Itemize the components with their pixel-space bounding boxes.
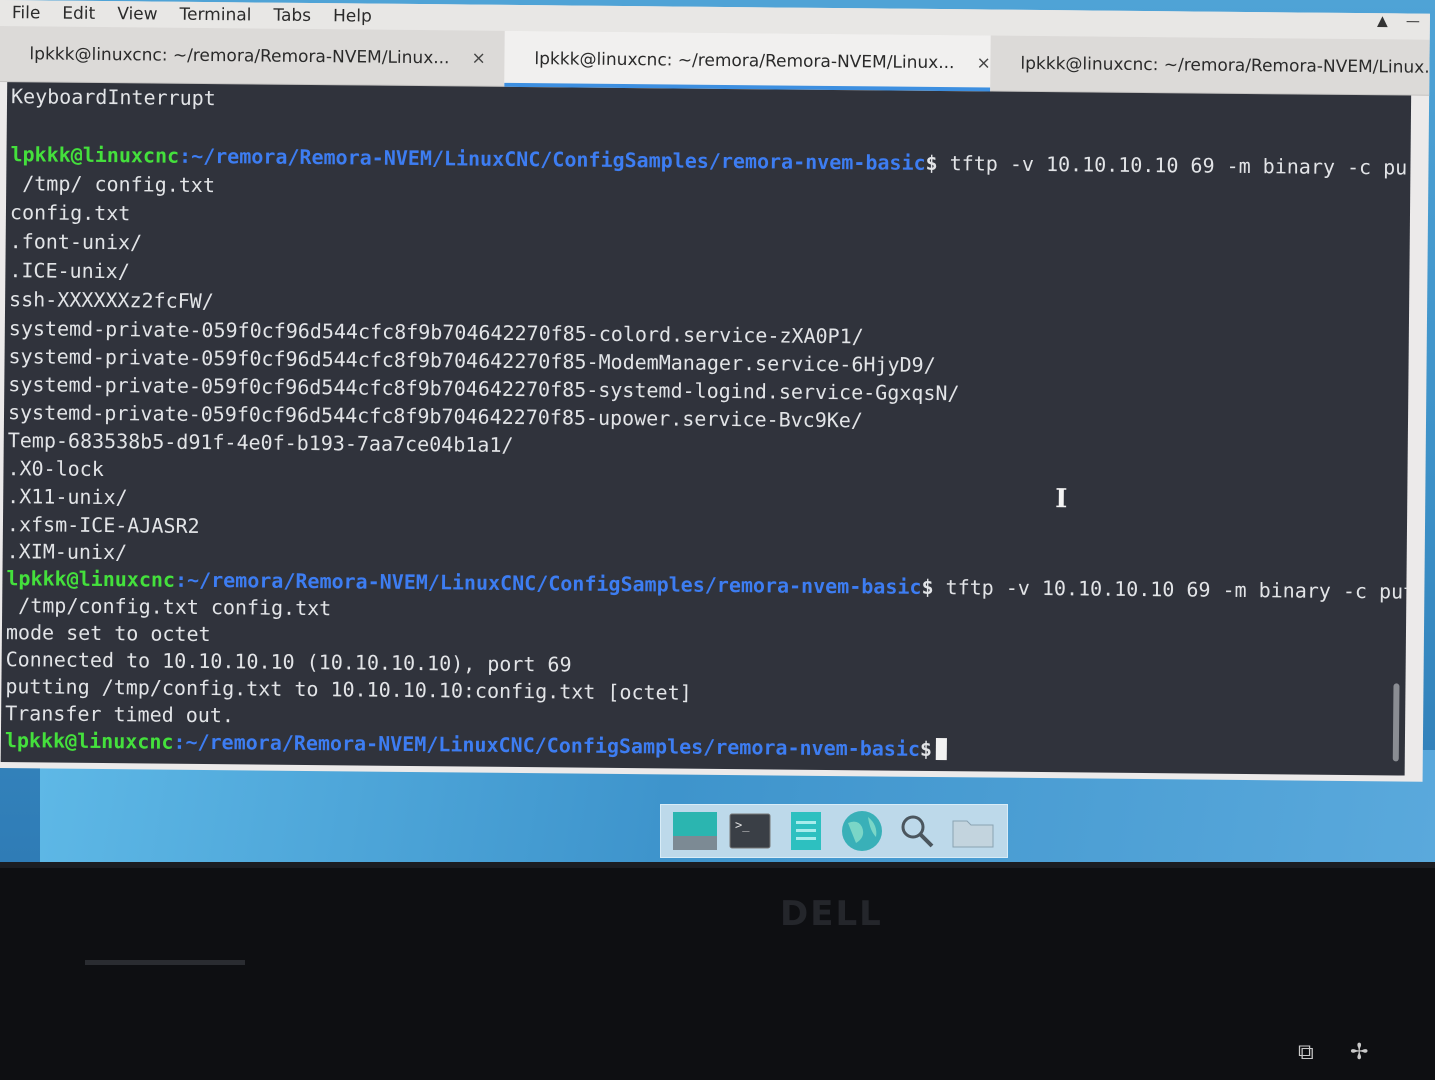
terminal-line: .font-unix/ [9,229,143,255]
terminal-line: systemd-private-059f0cf96d544cfc8f9b7046… [8,316,864,349]
prompt-user: lpkkk@linuxcnc [4,728,174,754]
minimize-icon[interactable]: — [1406,13,1420,29]
terminal-line: Temp-683538b5-d91f-4e0f-b193-7aa7ce04b1a… [7,428,514,457]
web-browser-icon[interactable] [839,810,885,852]
window-controls: ▲ — [1377,13,1420,29]
terminal-line: systemd-private-059f0cf96d544cfc8f9b7046… [8,372,960,406]
prompt-user: lpkkk@linuxcnc [10,142,180,168]
terminal-line: .xfsm-ICE-AJASR2 [6,512,200,538]
command-text: tftp -v 10.10.10.10 69 -m binary -c pu [937,151,1408,180]
prompt-symbol: $ [925,150,938,176]
terminal-line: systemd-private-059f0cf96d544cfc8f9b7046… [8,344,936,377]
prompt-path: :~/remora/Remora-NVEM/LinuxCNC/ConfigSam… [174,567,922,599]
menu-help[interactable]: Help [333,6,372,26]
terminal-scrollbar[interactable] [1392,683,1400,762]
svg-text:>_: >_ [735,818,750,832]
bezel-strip [85,960,245,965]
terminal-line: Transfer timed out. [5,701,235,728]
command-text: tftp -v 10.10.10.10 69 -m binary -c put [933,574,1412,604]
menu-tabs[interactable]: Tabs [273,6,311,26]
close-tab-icon[interactable]: × [471,49,485,69]
tab-label: lpkkk@linuxcnc: ~/remora/Remora-NVEM/Lin… [534,49,955,74]
prompt-path: :~/remora/Remora-NVEM/LinuxCNC/ConfigSam… [173,729,921,761]
tab-1[interactable]: lpkkk@linuxcnc: ~/remora/Remora-NVEM/Lin… [0,26,505,87]
folder-icon[interactable] [950,810,996,852]
maximize-icon[interactable]: ▲ [1377,13,1388,29]
prompt-symbol: $ [919,736,933,761]
terminal-icon[interactable]: >_ [727,810,773,852]
antenna-icon: ✢ [1350,1040,1369,1065]
prompt-path: :~/remora/Remora-NVEM/LinuxCNC/ConfigSam… [178,143,926,175]
terminal-line: mode set to octet [5,620,211,647]
terminal-output[interactable]: KeyboardInterrupt lpkkk@linuxcnc:~/remor… [0,82,1412,776]
terminal-prompt-line: lpkkk@linuxcnc:~/remora/Remora-NVEM/Linu… [4,728,948,761]
terminal-line: systemd-private-059f0cf96d544cfc8f9b7046… [7,400,864,433]
terminal-line: Connected to 10.10.10.10 (10.10.10.10), … [5,647,572,677]
terminal-line: .X0-lock [7,456,104,482]
tab-3[interactable]: lpkkk@linuxcnc: ~/remora/Remora-NVEM/Lin… [990,36,1430,96]
mouse-ibeam-icon: I [1055,484,1068,515]
terminal-line: .XIM-unix/ [6,539,128,565]
terminal-prompt-line: lpkkk@linuxcnc:~/remora/Remora-NVEM/Linu… [10,142,1407,179]
tab-2[interactable]: lpkkk@linuxcnc: ~/remora/Remora-NVEM/Lin… [504,30,991,92]
prompt-symbol: $ [921,574,934,599]
show-desktop-icon[interactable] [672,810,718,852]
bezel-edge [0,862,1435,868]
terminal-line: .X11-unix/ [7,484,128,510]
search-icon[interactable] [894,810,940,852]
file-manager-icon[interactable] [783,810,829,852]
tab-label: lpkkk@linuxcnc: ~/remora/Remora-NVEM/Lin… [29,44,450,69]
prompt-user: lpkkk@linuxcnc [6,566,176,592]
terminal-line: putting /tmp/config.txt to 10.10.10.10:c… [5,674,692,705]
text-cursor [935,738,948,761]
terminal-line: /tmp/config.txt config.txt [6,593,332,621]
tab-label: lpkkk@linuxcnc: ~/remora/Remora-NVEM/Lin… [1020,53,1430,78]
terminal-line: /tmp/ config.txt [10,171,216,198]
terminal-window: File Edit View Terminal Tabs Help ▲ — lp… [0,0,1430,782]
close-tab-icon[interactable]: × [976,53,990,73]
monitor-screen: File Edit View Terminal Tabs Help ▲ — lp… [0,0,1435,862]
terminal-line: ssh-XXXXXXz2fcFW/ [9,287,214,314]
menu-view[interactable]: View [117,4,158,24]
terminal-line: config.txt [9,200,131,226]
sticker-icon: ⧉ [1298,1040,1314,1065]
menu-file[interactable]: File [12,3,41,23]
dell-logo: DELL [780,894,883,934]
menu-terminal[interactable]: Terminal [179,5,251,26]
terminal-line: KeyboardInterrupt [10,84,216,111]
terminal-line: .ICE-unix/ [9,258,130,284]
monitor-bezel: DELL ⧉ ✢ [0,862,1435,1080]
dock-panel: >_ [660,804,1008,858]
menu-edit[interactable]: Edit [62,4,95,24]
